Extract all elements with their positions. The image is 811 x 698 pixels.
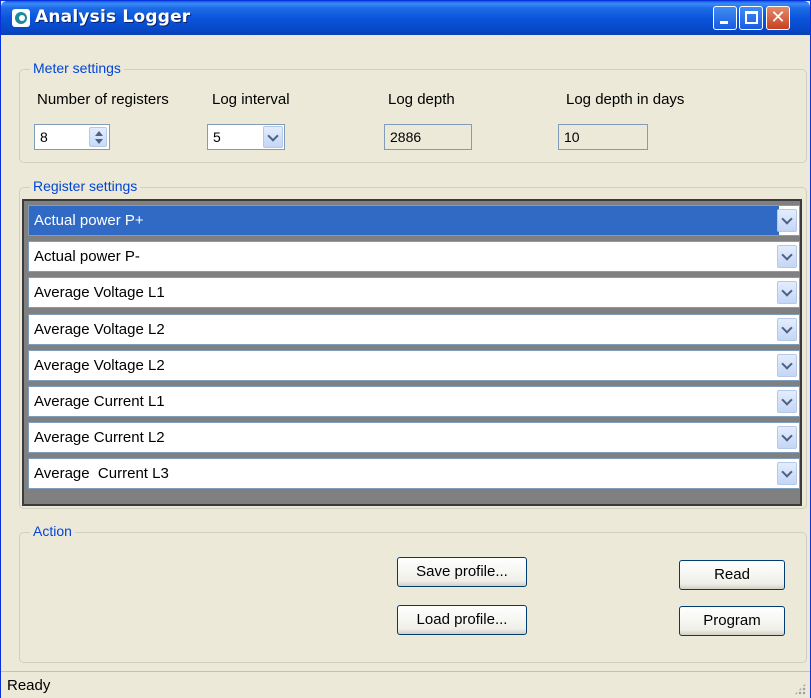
register-settings-legend: Register settings xyxy=(30,178,141,194)
number-of-registers-spinner[interactable]: 8 xyxy=(34,124,110,150)
status-bar: Ready xyxy=(1,671,810,698)
title-bar[interactable]: Analysis Logger ✕ xyxy=(1,1,810,35)
status-text: Ready xyxy=(7,677,51,694)
register-dropdown-button[interactable] xyxy=(777,281,797,304)
close-button[interactable]: ✕ xyxy=(766,6,790,30)
number-of-registers-label: Number of registers xyxy=(37,91,169,108)
register-value: Average Voltage L2 xyxy=(34,357,165,374)
log-depth-days-label: Log depth in days xyxy=(566,91,685,108)
register-value: Actual power P- xyxy=(34,248,140,265)
register-value: Average Voltage L2 xyxy=(34,321,165,338)
maximize-icon xyxy=(745,11,758,24)
register-value: Average Voltage L1 xyxy=(34,284,165,301)
close-icon: ✕ xyxy=(770,7,786,28)
register-dropdown-7[interactable]: Average Current L2 xyxy=(28,422,800,453)
minimize-icon xyxy=(720,21,728,24)
register-dropdown-button[interactable] xyxy=(777,318,797,341)
chevron-down-icon xyxy=(781,285,793,297)
register-dropdown-1[interactable]: Actual power P+ xyxy=(28,205,800,236)
register-value: Actual power P+ xyxy=(34,212,144,229)
log-depth-label: Log depth xyxy=(388,91,455,108)
chevron-down-icon xyxy=(781,322,793,334)
load-profile-button[interactable]: Load profile... xyxy=(397,605,527,635)
resize-grip-icon[interactable] xyxy=(794,683,806,695)
register-dropdown-button[interactable] xyxy=(777,462,797,485)
chevron-down-icon xyxy=(781,430,793,442)
app-icon[interactable] xyxy=(12,9,30,27)
log-interval-value: 5 xyxy=(213,129,221,145)
program-button[interactable]: Program xyxy=(679,606,785,636)
log-depth-days-field: 10 xyxy=(558,124,648,150)
register-dropdown-button[interactable] xyxy=(777,354,797,377)
chevron-down-icon xyxy=(267,130,279,142)
register-value: Average Current L1 xyxy=(34,393,165,410)
chevron-down-icon xyxy=(781,394,793,406)
spinner-buttons[interactable] xyxy=(89,127,107,147)
chevron-down-icon xyxy=(781,466,793,478)
chevron-down-icon xyxy=(781,213,793,225)
log-interval-dropdown-button[interactable] xyxy=(263,126,283,148)
register-dropdown-button[interactable] xyxy=(777,245,797,268)
register-dropdown-button[interactable] xyxy=(777,426,797,449)
register-dropdown-4[interactable]: Average Voltage L2 xyxy=(28,314,800,345)
window-title: Analysis Logger xyxy=(35,7,191,27)
spin-up-icon[interactable] xyxy=(95,131,103,136)
chevron-down-icon xyxy=(781,358,793,370)
minimize-button[interactable] xyxy=(713,6,737,30)
register-value: Average Current L3 xyxy=(34,465,169,482)
register-dropdown-button[interactable] xyxy=(777,209,797,232)
app-window: Analysis Logger ✕ Meter settings Number … xyxy=(0,0,811,698)
log-interval-dropdown[interactable]: 5 xyxy=(207,124,285,150)
register-dropdown-6[interactable]: Average Current L1 xyxy=(28,386,800,417)
action-group: Action xyxy=(19,523,807,663)
register-dropdown-2[interactable]: Actual power P- xyxy=(28,241,800,272)
register-dropdown-8[interactable]: Average Current L3 xyxy=(28,458,800,489)
register-dropdown-5[interactable]: Average Voltage L2 xyxy=(28,350,800,381)
number-of-registers-value: 8 xyxy=(40,129,48,145)
register-value: Average Current L2 xyxy=(34,429,165,446)
read-button[interactable]: Read xyxy=(679,560,785,590)
meter-settings-legend: Meter settings xyxy=(30,60,124,76)
spin-down-icon[interactable] xyxy=(95,139,103,144)
save-profile-button[interactable]: Save profile... xyxy=(397,557,527,587)
action-legend: Action xyxy=(30,523,75,539)
register-dropdown-3[interactable]: Average Voltage L1 xyxy=(28,277,800,308)
register-dropdown-button[interactable] xyxy=(777,390,797,413)
log-interval-label: Log interval xyxy=(212,91,290,108)
maximize-button[interactable] xyxy=(739,6,763,30)
register-list: Actual power P+ Actual power P- Average … xyxy=(22,199,802,506)
chevron-down-icon xyxy=(781,249,793,261)
log-depth-field: 2886 xyxy=(384,124,472,150)
